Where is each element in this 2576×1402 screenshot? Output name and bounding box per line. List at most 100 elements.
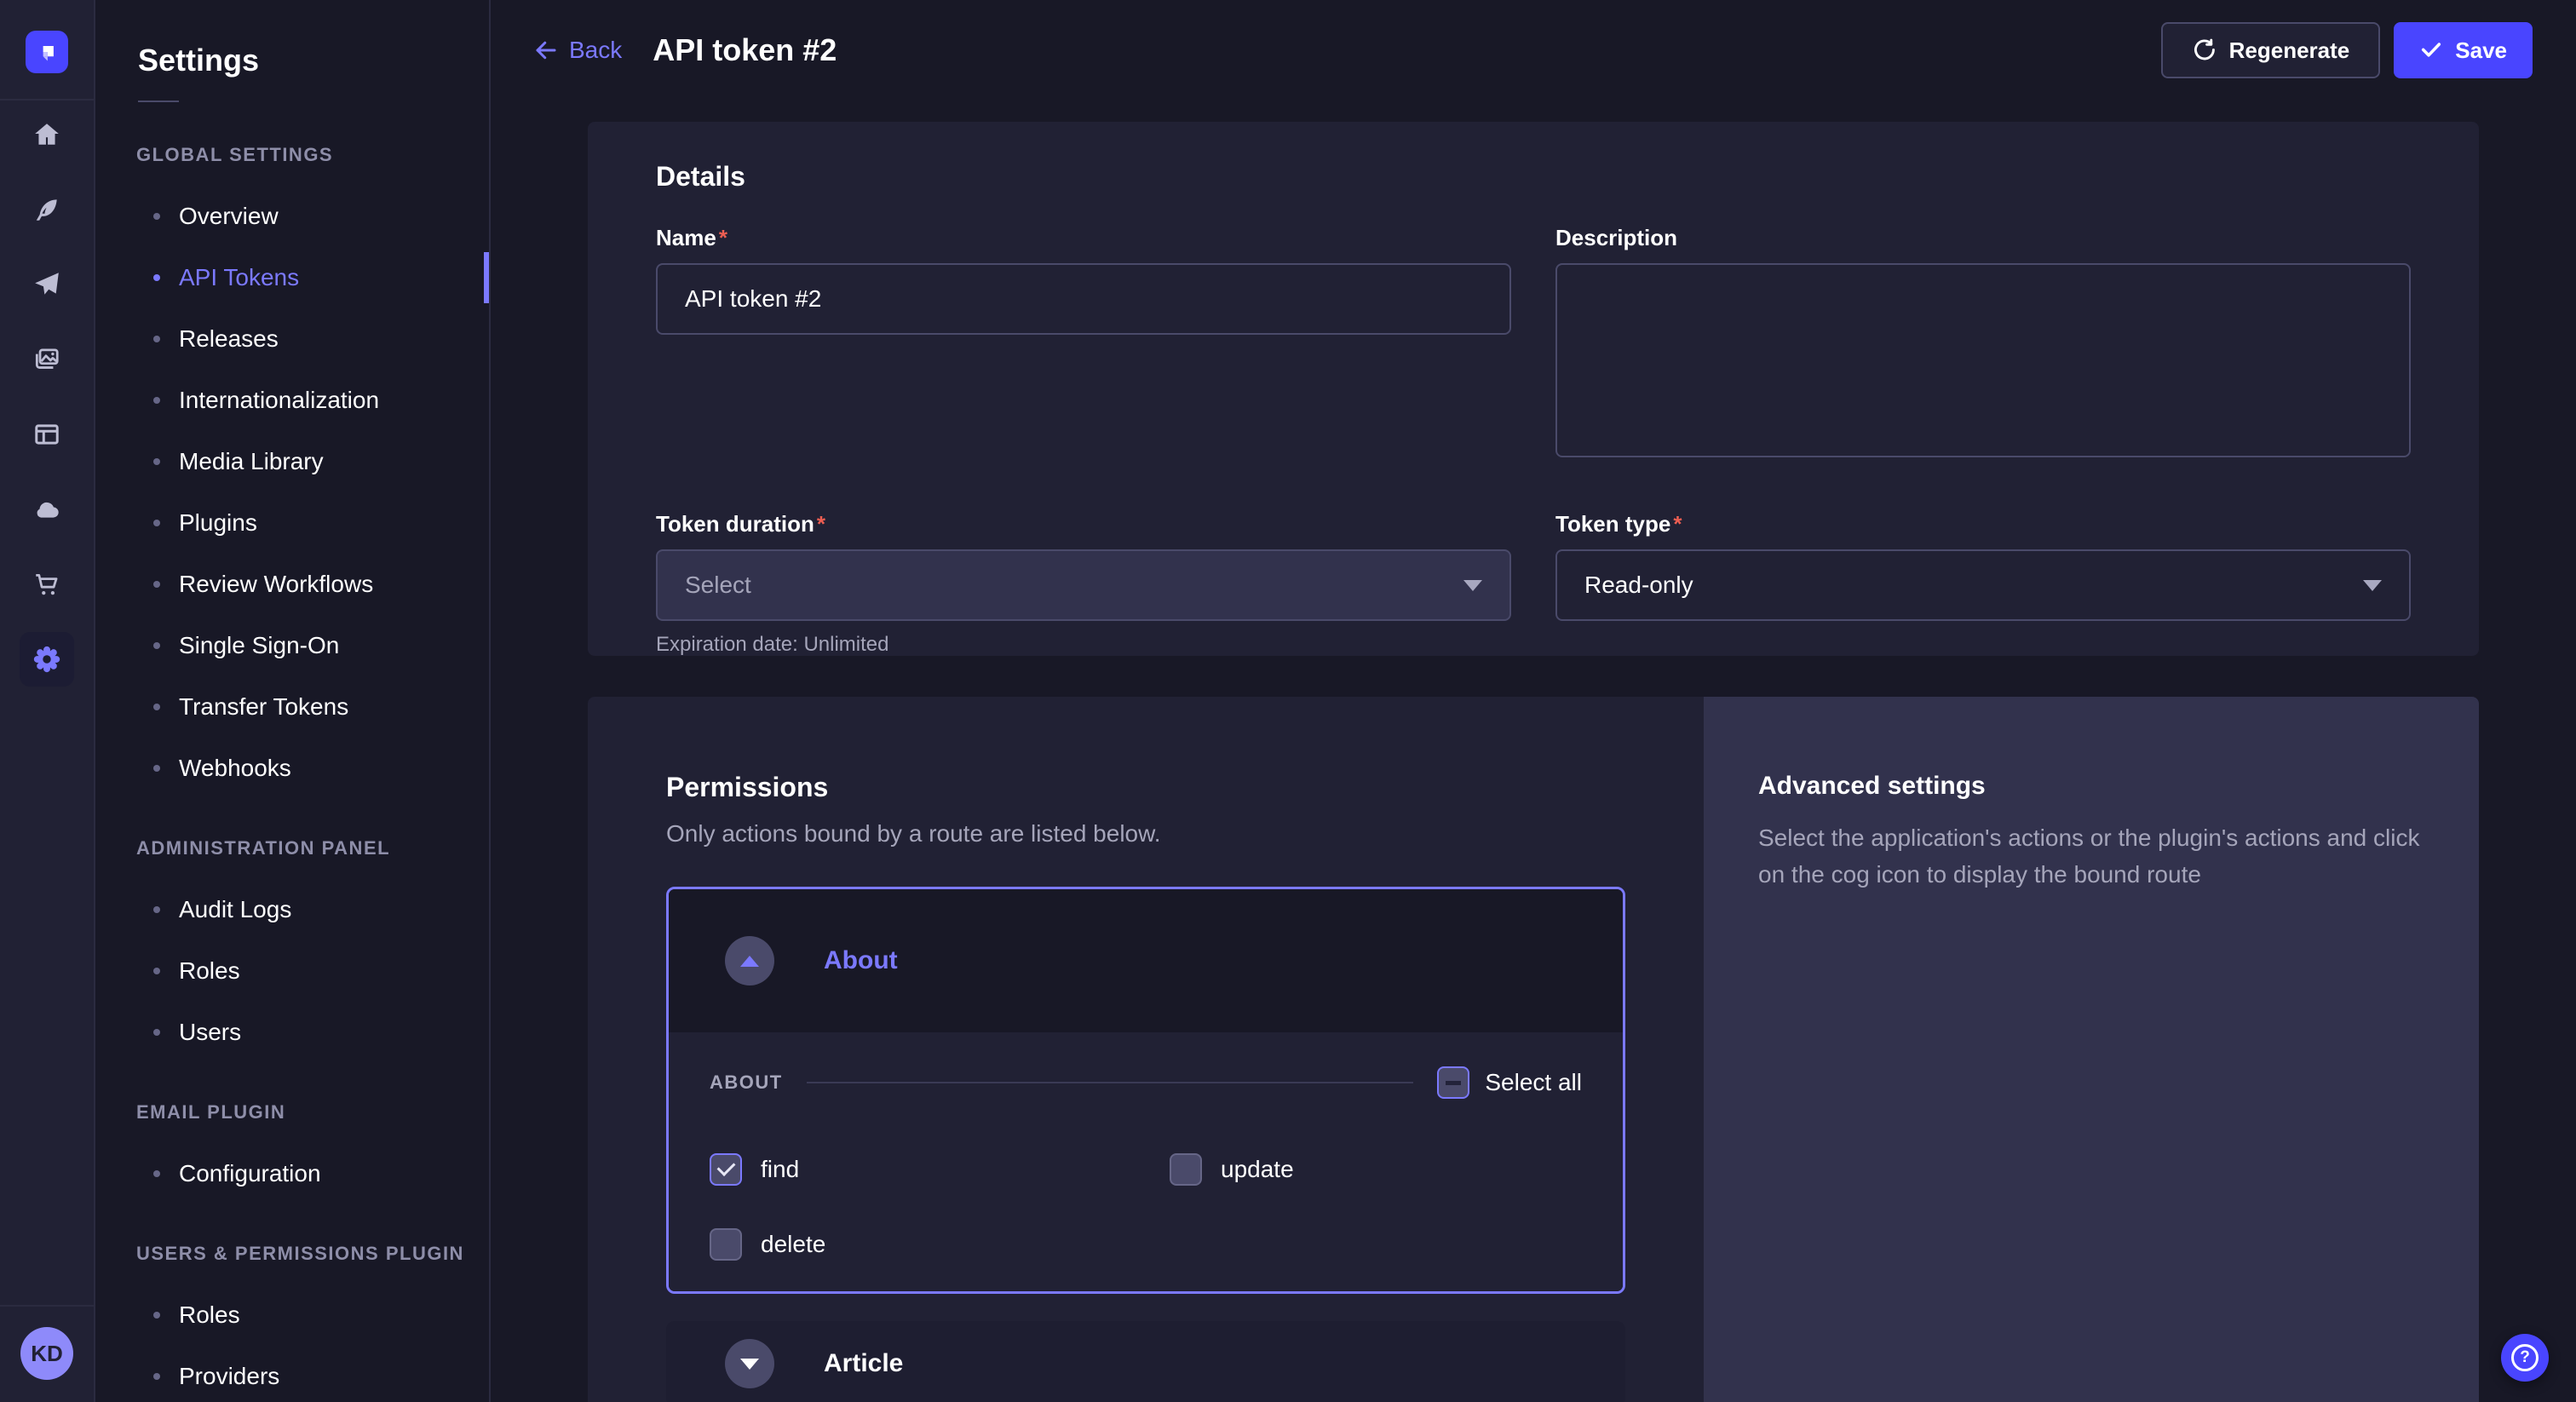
name-field-group: Name* [656, 225, 1511, 335]
permissions-subtitle: Only actions bound by a route are listed… [666, 820, 1625, 848]
images-icon[interactable] [30, 342, 64, 376]
save-label: Save [2455, 37, 2507, 64]
bullet-icon [153, 642, 160, 649]
details-heading: Details [656, 161, 2411, 192]
sidebar-item-label: Media Library [179, 448, 324, 475]
token-type-value: Read-only [1584, 572, 1693, 599]
checkbox-delete[interactable]: delete [710, 1228, 1170, 1261]
accordion-about: About ABOUT Select all [666, 887, 1625, 1294]
bullet-icon [153, 906, 160, 913]
accordion-about-body: ABOUT Select all find [669, 1032, 1623, 1291]
checkbox-box[interactable] [1437, 1066, 1469, 1099]
sidebar-item-providers[interactable]: Providers [97, 1346, 489, 1402]
back-button[interactable]: Back [533, 37, 622, 64]
sidebar-item-media-library[interactable]: Media Library [97, 431, 489, 492]
sidebar-item-users[interactable]: Users [97, 1002, 489, 1063]
checkbox-update[interactable]: update [1170, 1153, 1582, 1186]
sidebar-item-plugins[interactable]: Plugins [97, 492, 489, 554]
sidebar-item-label: Review Workflows [179, 571, 373, 598]
cloud-icon[interactable] [30, 492, 64, 526]
layout-icon[interactable] [30, 417, 64, 451]
action-label: delete [761, 1231, 825, 1258]
sidebar-section-email-plugin: EMAIL PLUGIN [97, 1082, 489, 1143]
details-card: Details Name* Description Token duration… [588, 122, 2479, 656]
paper-plane-icon[interactable] [30, 267, 64, 302]
sidebar-item-label: Overview [179, 203, 279, 230]
feather-icon[interactable] [30, 192, 64, 227]
sidebar-section-users-permissions-plugin: USERS & PERMISSIONS PLUGIN [97, 1223, 489, 1284]
accordion-about-header[interactable]: About [669, 889, 1623, 1032]
action-label: find [761, 1156, 799, 1183]
token-type-select[interactable]: Read-only [1555, 549, 2411, 621]
sidebar-item-overview[interactable]: Overview [97, 186, 489, 247]
description-field-group: Description [1555, 225, 2411, 462]
sidebar-item-up-roles[interactable]: Roles [97, 1284, 489, 1346]
settings-subnav: Settings GLOBAL SETTINGS Overview API To… [97, 0, 491, 1402]
checkbox-find[interactable]: find [710, 1153, 1170, 1186]
bullet-icon [153, 1029, 160, 1036]
sidebar-item-configuration[interactable]: Configuration [97, 1143, 489, 1204]
expand-toggle-button[interactable] [725, 1339, 774, 1388]
sidebar-item-label: ADMINISTRATION PANEL [136, 837, 390, 859]
bullet-icon [153, 581, 160, 588]
question-mark-icon: ? [2511, 1344, 2539, 1371]
select-all-checkbox[interactable]: Select all [1437, 1066, 1582, 1099]
sidebar-item-label: Configuration [179, 1160, 321, 1187]
sidebar-item-webhooks[interactable]: Webhooks [97, 738, 489, 799]
main-nav-rail: KD [0, 0, 95, 1402]
sidebar-item-label: EMAIL PLUGIN [136, 1101, 285, 1123]
description-textarea[interactable] [1555, 263, 2411, 457]
sidebar-section-global-settings: GLOBAL SETTINGS [97, 124, 489, 186]
name-label: Name* [656, 225, 1511, 251]
sidebar-item-label: GLOBAL SETTINGS [136, 144, 333, 166]
required-marker: * [1673, 511, 1682, 537]
sidebar-item-label: Releases [179, 325, 279, 353]
sidebar-item-admin-roles[interactable]: Roles [97, 940, 489, 1002]
page-title: API token #2 [653, 32, 837, 68]
bullet-icon [153, 1170, 160, 1177]
chevron-down-icon [1463, 580, 1482, 591]
avatar[interactable]: KD [20, 1327, 73, 1380]
sidebar-item-releases[interactable]: Releases [97, 308, 489, 370]
token-duration-label: Token duration* [656, 511, 1511, 537]
sidebar-item-single-sign-on[interactable]: Single Sign-On [97, 615, 489, 676]
sidebar-item-api-tokens[interactable]: API Tokens [97, 247, 489, 308]
sidebar-item-label: Roles [179, 1301, 240, 1329]
sidebar-section-administration-panel: ADMINISTRATION PANEL [97, 818, 489, 879]
gear-icon-active[interactable] [20, 632, 74, 687]
bullet-icon [153, 213, 160, 220]
checkbox-box[interactable] [1170, 1153, 1202, 1186]
sidebar-item-review-workflows[interactable]: Review Workflows [97, 554, 489, 615]
sidebar-item-label: Roles [179, 957, 240, 985]
sidebar-item-transfer-tokens[interactable]: Transfer Tokens [97, 676, 489, 738]
home-icon[interactable] [30, 118, 64, 152]
sidebar-item-audit-logs[interactable]: Audit Logs [97, 879, 489, 940]
sidebar-item-label: Webhooks [179, 755, 291, 782]
page-header: Back API token #2 Regenerate Save [492, 0, 2576, 101]
name-input[interactable] [656, 263, 1511, 335]
token-type-field-group: Token type* Read-only [1555, 511, 2411, 621]
back-label: Back [569, 37, 622, 64]
accordion-article-header[interactable]: Article [666, 1321, 1625, 1402]
sidebar-item-label: API Tokens [179, 264, 299, 291]
bullet-icon [153, 1312, 160, 1319]
help-button[interactable]: ? [2501, 1334, 2549, 1382]
check-icon [2419, 38, 2443, 62]
back-arrow-icon [533, 37, 559, 63]
sidebar-item-label: Internationalization [179, 387, 379, 414]
save-button[interactable]: Save [2394, 22, 2533, 78]
regenerate-button[interactable]: Regenerate [2161, 22, 2381, 78]
token-type-label: Token type* [1555, 511, 2411, 537]
strapi-logo[interactable] [26, 31, 68, 73]
chevron-up-icon [740, 956, 759, 967]
checkbox-box[interactable] [710, 1153, 742, 1186]
collapse-toggle-button[interactable] [725, 936, 774, 985]
cart-icon[interactable] [30, 567, 64, 601]
checkbox-box[interactable] [710, 1228, 742, 1261]
token-duration-select[interactable]: Select [656, 549, 1511, 621]
bullet-icon [153, 520, 160, 526]
required-marker: * [719, 225, 727, 250]
sidebar-item-label: USERS & PERMISSIONS PLUGIN [136, 1243, 464, 1265]
regenerate-label: Regenerate [2229, 37, 2350, 64]
sidebar-item-internationalization[interactable]: Internationalization [97, 370, 489, 431]
